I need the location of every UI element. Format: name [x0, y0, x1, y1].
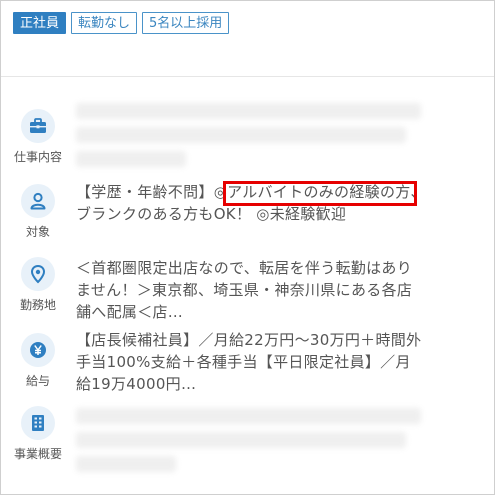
blurred-text — [76, 456, 176, 472]
blurred-text — [76, 432, 406, 448]
section-label: 仕事内容 — [13, 150, 62, 164]
section-label: 勤務地 — [19, 298, 56, 312]
tag-employment-type: 正社員 — [13, 12, 67, 34]
section-text: ＜首都圏限定出店なので、転居を伴う転勤はありません！＞東京都、埼玉県・神奈川県に… — [76, 259, 413, 321]
tag-hiring-count: 5名以上採用 — [142, 12, 230, 34]
blurred-text — [76, 127, 406, 143]
job-card: 正社員 転勤なし 5名以上採用 仕事内容 対象 【学歴・年齢不問】◎アルバイトの… — [0, 0, 495, 495]
location-pin-icon — [21, 257, 55, 291]
building-icon — [21, 406, 55, 440]
section-label: 事業概要 — [13, 447, 62, 461]
tag-list: 正社員 転勤なし 5名以上採用 — [13, 12, 230, 34]
blurred-text — [76, 151, 186, 167]
yen-icon — [21, 333, 55, 367]
briefcase-icon — [21, 109, 55, 143]
blurred-text — [76, 103, 421, 119]
blurred-text — [76, 408, 421, 424]
tag-no-transfer: 転勤なし — [71, 12, 138, 34]
section-label: 給与 — [25, 374, 50, 388]
person-icon — [21, 184, 55, 218]
divider — [1, 76, 494, 77]
section-text: 【店長候補社員】／月給22万円〜30万円＋時間外手当100%支給＋各種手当【平日… — [76, 331, 422, 393]
highlight-box — [223, 181, 417, 206]
section-label: 対象 — [25, 225, 50, 239]
